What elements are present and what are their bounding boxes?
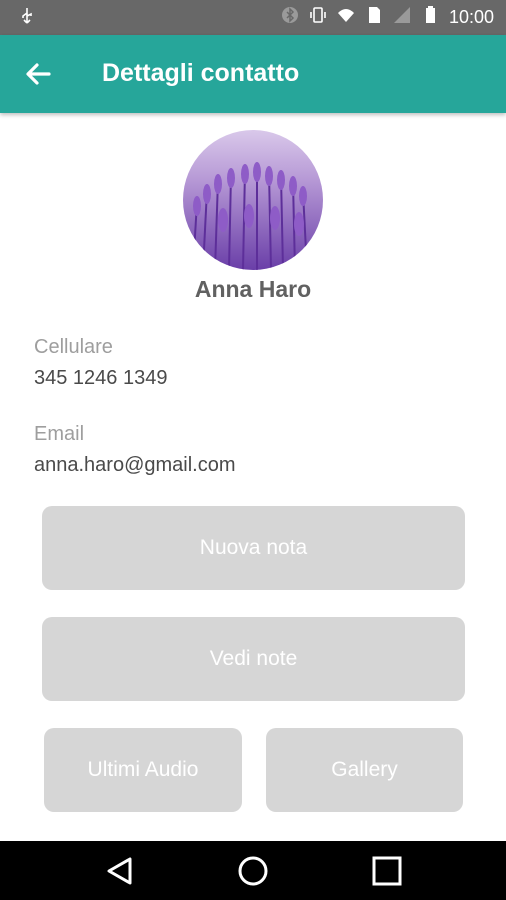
vibrate-icon bbox=[309, 6, 327, 29]
app-toolbar: Dettagli contatto bbox=[0, 35, 506, 113]
back-triangle-icon[interactable] bbox=[104, 855, 136, 887]
system-nav-bar bbox=[0, 841, 506, 900]
bluetooth-icon bbox=[281, 6, 299, 29]
new-note-button[interactable]: Nuova nota bbox=[42, 506, 465, 590]
email-value[interactable]: anna.haro@gmail.com bbox=[34, 454, 236, 477]
wifi-icon bbox=[337, 6, 355, 29]
sim-icon bbox=[365, 6, 383, 29]
usb-icon bbox=[18, 7, 36, 30]
phone-label: Cellulare bbox=[34, 336, 113, 358]
email-label: Email bbox=[34, 423, 85, 445]
signal-icon bbox=[393, 6, 411, 29]
recents-square-icon[interactable] bbox=[371, 855, 403, 887]
recent-audio-button[interactable]: Ultimi Audio bbox=[44, 728, 242, 812]
contact-name: Anna Haro bbox=[194, 276, 312, 302]
contact-avatar bbox=[183, 130, 323, 270]
page-title: Dettagli contatto bbox=[102, 59, 300, 87]
gallery-button[interactable]: Gallery bbox=[266, 728, 463, 812]
home-circle-icon[interactable] bbox=[237, 855, 269, 887]
phone-value[interactable]: 345 1246 1349 bbox=[34, 367, 167, 390]
arrow-back-icon bbox=[26, 63, 51, 85]
back-button[interactable] bbox=[22, 58, 56, 90]
clock: 10:00 bbox=[448, 7, 494, 27]
status-bar: 10:00 bbox=[0, 0, 506, 35]
battery-icon bbox=[421, 6, 439, 29]
view-notes-button[interactable]: Vedi note bbox=[42, 617, 465, 701]
